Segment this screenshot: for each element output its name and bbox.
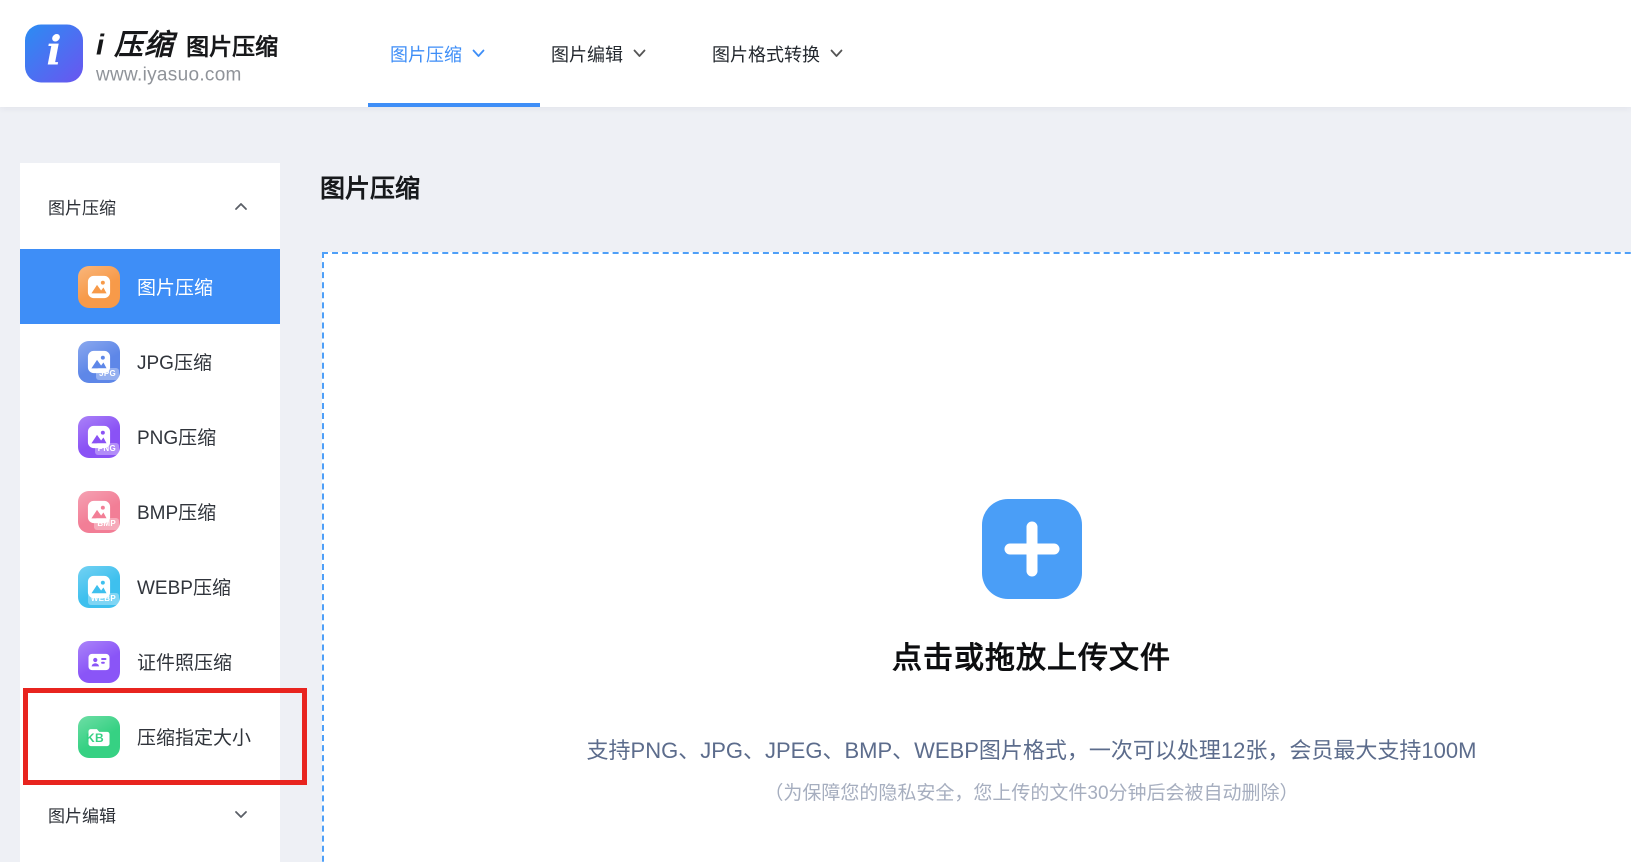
sidebar-section-image-edit[interactable]: 图片编辑 <box>20 774 280 854</box>
nav-item-label: 图片压缩 <box>390 41 462 67</box>
nav-item-label: 图片编辑 <box>551 41 623 67</box>
jpg-compress-icon: JPG <box>78 341 120 383</box>
plus-icon <box>1003 520 1061 578</box>
sidebar-item-png-compress[interactable]: PNG PNG压缩 <box>20 399 280 474</box>
webp-compress-icon: WEBP <box>78 566 120 608</box>
id-card-icon <box>78 641 120 683</box>
upload-plus-button[interactable] <box>982 499 1082 599</box>
sidebar: 图片压缩 图片压缩 JPG <box>20 163 280 862</box>
section-label: 图片编辑 <box>48 802 116 827</box>
upload-hint: （为保障您的隐私安全，您上传的文件30分钟后会被自动删除） <box>764 778 1298 805</box>
upload-title: 点击或拖放上传文件 <box>892 633 1171 677</box>
sidebar-item-id-photo-compress[interactable]: 证件照压缩 <box>20 624 280 699</box>
brand-url: www.iyasuo.com <box>96 64 278 86</box>
page-body: 图片压缩 图片压缩 JPG <box>0 107 1631 862</box>
format-badge: WEBP <box>88 593 119 605</box>
section-label: 图片压缩 <box>48 194 116 219</box>
upload-subtitle: 支持PNG、JPG、JPEG、BMP、WEBP图片格式，一次可以处理12张，会员… <box>587 733 1477 765</box>
format-badge: BMP <box>94 518 119 530</box>
chevron-up-icon <box>234 202 248 211</box>
sidebar-item-image-compress[interactable]: 图片压缩 <box>20 249 280 324</box>
image-compress-icon <box>78 266 120 308</box>
kb-badge: KB <box>86 732 104 744</box>
bmp-compress-icon: BMP <box>78 491 120 533</box>
sidebar-item-label: JPG压缩 <box>137 348 212 375</box>
sidebar-section-image-compress[interactable]: 图片压缩 <box>20 163 280 249</box>
top-nav: 图片压缩 图片编辑 图片格式转换 <box>390 0 843 107</box>
sidebar-item-label: PNG压缩 <box>137 423 216 450</box>
header: i i 压缩 图片压缩 www.iyasuo.com 图片压缩 图片编辑 图片格… <box>0 0 1631 107</box>
chevron-down-icon <box>830 49 843 58</box>
folder-kb-icon: KB <box>78 716 120 758</box>
sidebar-item-compress-to-size[interactable]: KB 压缩指定大小 <box>20 699 280 774</box>
sidebar-item-webp-compress[interactable]: WEBP WEBP压缩 <box>20 549 280 624</box>
sidebar-item-bmp-compress[interactable]: BMP BMP压缩 <box>20 474 280 549</box>
nav-item-image-compress[interactable]: 图片压缩 <box>390 41 485 67</box>
sidebar-item-label: 压缩指定大小 <box>137 723 251 750</box>
brand-text: i 压缩 图片压缩 www.iyasuo.com <box>96 21 278 86</box>
brand-name: i 压缩 <box>96 21 174 63</box>
chevron-down-icon <box>633 49 646 58</box>
nav-item-format-convert[interactable]: 图片格式转换 <box>712 41 843 67</box>
sidebar-item-jpg-compress[interactable]: JPG JPG压缩 <box>20 324 280 399</box>
png-compress-icon: PNG <box>78 416 120 458</box>
sidebar-item-label: 图片压缩 <box>137 273 213 300</box>
chevron-down-icon <box>234 810 248 819</box>
logo-letter: i <box>46 32 61 72</box>
brand-product: 图片压缩 <box>186 27 278 61</box>
upload-dropzone[interactable]: 点击或拖放上传文件 支持PNG、JPG、JPEG、BMP、WEBP图片格式，一次… <box>322 252 1631 862</box>
format-badge: JPG <box>96 368 119 380</box>
page-title: 图片压缩 <box>320 169 420 205</box>
brand-logo[interactable]: i i 压缩 图片压缩 www.iyasuo.com <box>25 21 278 86</box>
nav-item-label: 图片格式转换 <box>712 41 820 67</box>
format-badge: PNG <box>95 443 119 455</box>
sidebar-item-label: WEBP压缩 <box>137 573 231 600</box>
sidebar-item-label: 证件照压缩 <box>137 648 232 675</box>
chevron-down-icon <box>472 49 485 58</box>
brand-logo-icon: i <box>25 25 83 83</box>
active-tab-indicator <box>368 103 540 107</box>
sidebar-item-label: BMP压缩 <box>137 498 216 525</box>
nav-item-image-edit[interactable]: 图片编辑 <box>551 41 646 67</box>
